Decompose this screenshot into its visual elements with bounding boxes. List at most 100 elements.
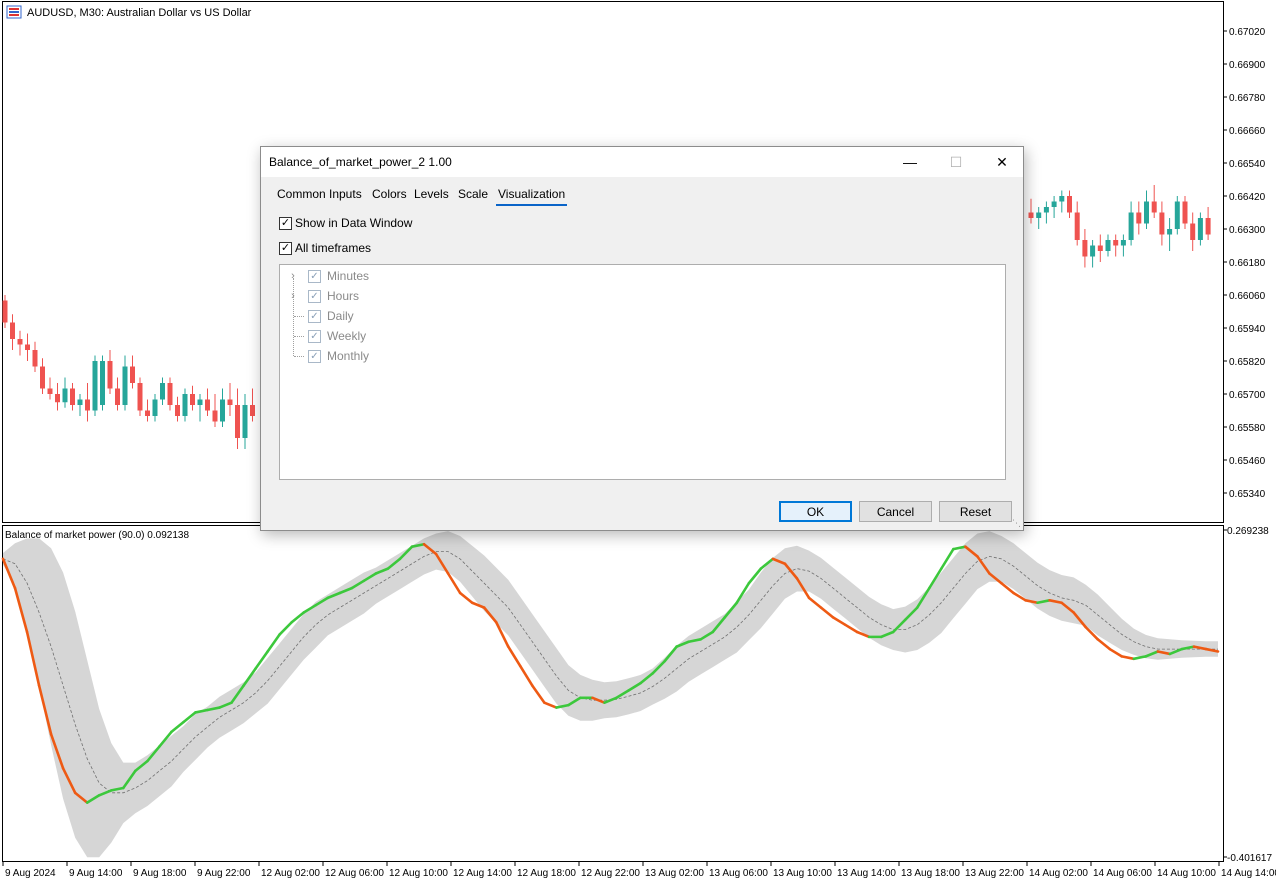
tab-visualization[interactable]: Visualization bbox=[496, 184, 568, 206]
candle-body bbox=[1197, 218, 1203, 240]
dialog-title: Balance_of_market_power_2 1.00 bbox=[269, 155, 452, 169]
candle-body bbox=[1059, 196, 1065, 202]
tab-scale[interactable]: Scale bbox=[456, 184, 490, 206]
candle-body bbox=[25, 344, 30, 350]
timeframes-tree: › ✓ Minutes › ✓ Hours ✓ Daily ✓ Weekly ✓… bbox=[279, 264, 1006, 480]
tree-item-label: Monthly bbox=[327, 349, 370, 363]
candle-body bbox=[55, 394, 60, 403]
candle-body bbox=[1067, 196, 1072, 213]
tab-bar: Common Inputs Colors Levels Scale Visual… bbox=[267, 184, 1017, 206]
time-tick-label: 12 Aug 18:00 bbox=[517, 868, 576, 879]
maximize-icon[interactable]: ☐ bbox=[933, 147, 979, 177]
time-tick-label: 13 Aug 10:00 bbox=[773, 868, 832, 879]
candle-body bbox=[100, 361, 105, 405]
price-tick-label: 0.66300 bbox=[1229, 225, 1266, 236]
checkmark-icon: ✓ bbox=[279, 216, 292, 230]
tab-inputs[interactable]: Inputs bbox=[327, 184, 364, 206]
time-tick-label: 14 Aug 02:00 bbox=[1029, 868, 1088, 879]
tree-item-label: Minutes bbox=[327, 269, 370, 283]
time-tick-label: 9 Aug 2024 bbox=[5, 868, 56, 879]
tab-levels[interactable]: Levels bbox=[412, 184, 451, 206]
time-tick-label: 9 Aug 14:00 bbox=[69, 868, 123, 879]
show-in-data-window-checkbox[interactable]: ✓ Show in Data Window bbox=[279, 215, 412, 231]
candle-body bbox=[2, 300, 8, 323]
indicator-tick-label: 0.269238 bbox=[1227, 526, 1269, 537]
price-tick-label: 0.65940 bbox=[1229, 324, 1266, 335]
tree-item-label: Weekly bbox=[327, 329, 367, 343]
price-tick-label: 0.65580 bbox=[1229, 423, 1266, 434]
tab-colors[interactable]: Colors bbox=[370, 184, 409, 206]
candle-body bbox=[70, 388, 75, 405]
reset-button[interactable]: Reset bbox=[939, 501, 1012, 522]
candle-body bbox=[107, 361, 113, 389]
candle-body bbox=[227, 399, 233, 405]
time-tick-label: 14 Aug 06:00 bbox=[1093, 868, 1152, 879]
tree-item-daily[interactable]: ✓ Daily bbox=[280, 307, 580, 325]
price-axis: 0.67020 0.66900 0.66780 0.66660 0.66540 0.664… bbox=[1223, 27, 1266, 500]
price-tick-label: 0.65700 bbox=[1229, 390, 1266, 401]
indicator-axis: 0.269238 -0.401617 bbox=[1223, 526, 1272, 864]
dialog-titlebar[interactable]: Balance_of_market_power_2 1.00 — ☐ ✕ bbox=[261, 147, 1023, 177]
time-tick-label: 12 Aug 10:00 bbox=[389, 868, 448, 879]
tree-item-monthly[interactable]: ✓ Monthly bbox=[280, 347, 580, 365]
time-tick-label: 13 Aug 18:00 bbox=[901, 868, 960, 879]
time-tick-label: 12 Aug 02:00 bbox=[261, 868, 320, 879]
candle-body bbox=[1043, 207, 1049, 213]
time-tick-label: 9 Aug 18:00 bbox=[133, 868, 187, 879]
checkmark-icon[interactable]: ✓ bbox=[308, 349, 321, 363]
all-timeframes-checkbox[interactable]: ✓ All timeframes bbox=[279, 240, 371, 256]
candle-body bbox=[1144, 201, 1149, 224]
candle-body bbox=[1120, 240, 1126, 246]
time-tick-label: 13 Aug 14:00 bbox=[837, 868, 896, 879]
candle-body bbox=[175, 405, 180, 416]
price-tick-label: 0.66780 bbox=[1229, 93, 1266, 104]
candle-body bbox=[130, 366, 135, 383]
candle-body bbox=[1028, 212, 1034, 218]
checkmark-icon[interactable]: ✓ bbox=[308, 329, 321, 343]
candle-body bbox=[1167, 229, 1173, 235]
candle-body bbox=[77, 399, 83, 405]
minimize-icon[interactable]: — bbox=[887, 147, 933, 177]
candle-body bbox=[137, 383, 143, 411]
time-tick-label: 9 Aug 22:00 bbox=[197, 868, 251, 879]
price-tick-label: 0.65460 bbox=[1229, 456, 1266, 467]
candle-body bbox=[62, 388, 68, 403]
candle-body bbox=[85, 399, 90, 411]
tab-common[interactable]: Common bbox=[275, 184, 328, 206]
resize-grip-icon[interactable]: ⋱ bbox=[1011, 518, 1021, 528]
ok-button[interactable]: OK bbox=[779, 501, 852, 522]
candle-body bbox=[250, 405, 255, 416]
tree-item-hours[interactable]: › ✓ Hours bbox=[280, 287, 580, 305]
symbol-icon bbox=[6, 5, 22, 19]
candle-body bbox=[17, 339, 23, 345]
symbol-title: AUDUSD, M30: Australian Dollar vs US Dol… bbox=[27, 7, 252, 19]
chevron-right-icon[interactable]: › bbox=[288, 270, 298, 282]
candle-body bbox=[1097, 245, 1103, 251]
checkmark-icon[interactable]: ✓ bbox=[308, 289, 321, 303]
checkmark-icon[interactable]: ✓ bbox=[308, 269, 321, 283]
candle-body bbox=[235, 405, 240, 438]
show-in-data-window-label: Show in Data Window bbox=[295, 216, 413, 230]
price-tick-label: 0.66060 bbox=[1229, 291, 1266, 302]
tree-item-weekly[interactable]: ✓ Weekly bbox=[280, 327, 580, 345]
time-axis: 9 Aug 2024 9 Aug 14:00 9 Aug 18:00 9 Aug 22… bbox=[2, 862, 1276, 879]
candle-body bbox=[197, 399, 203, 405]
time-tick-label: 12 Aug 14:00 bbox=[453, 868, 512, 879]
price-tick-label: 0.66180 bbox=[1229, 258, 1266, 269]
candle-body bbox=[40, 366, 45, 389]
chevron-right-icon[interactable]: › bbox=[288, 290, 298, 302]
candle-body bbox=[242, 405, 248, 438]
candle-body bbox=[1128, 212, 1134, 240]
close-icon[interactable]: ✕ bbox=[979, 147, 1025, 177]
price-tick-label: 0.65340 bbox=[1229, 489, 1266, 500]
cancel-button[interactable]: Cancel bbox=[859, 501, 932, 522]
price-tick-label: 0.66420 bbox=[1229, 192, 1266, 203]
indicator-title: Balance of market power (90.0) 0.092138 bbox=[5, 530, 189, 541]
candle-body bbox=[92, 361, 98, 411]
time-tick-label: 12 Aug 22:00 bbox=[581, 868, 640, 879]
all-timeframes-label: All timeframes bbox=[295, 241, 372, 255]
tree-item-minutes[interactable]: › ✓ Minutes bbox=[280, 267, 580, 285]
checkmark-icon[interactable]: ✓ bbox=[308, 309, 321, 323]
candle-body bbox=[1136, 212, 1142, 224]
price-tick-label: 0.65820 bbox=[1229, 357, 1266, 368]
